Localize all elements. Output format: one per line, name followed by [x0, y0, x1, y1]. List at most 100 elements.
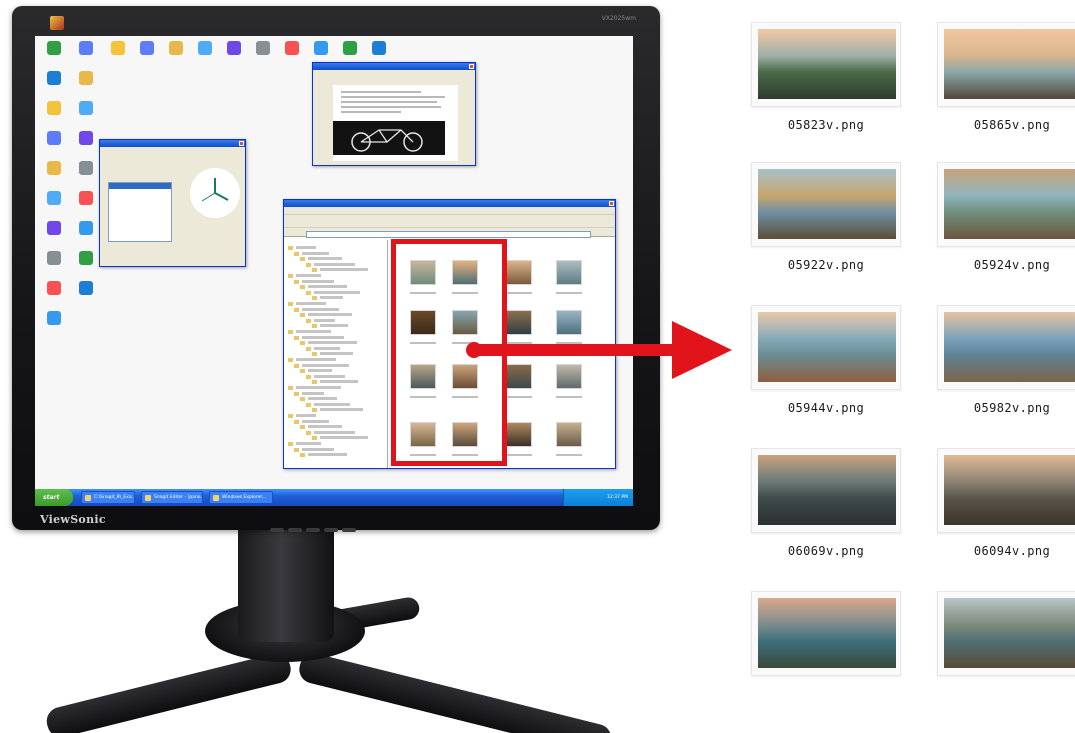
folder-tree-item[interactable] — [302, 251, 329, 255]
explorer-image-thumbnail[interactable] — [556, 260, 582, 285]
desktop-shortcut-icon[interactable] — [39, 220, 69, 254]
explorer-image-thumbnail[interactable] — [506, 260, 532, 285]
explorer-image-thumbnail[interactable] — [556, 422, 582, 447]
thumbnail-item[interactable]: 05982v.png — [937, 305, 1075, 430]
desktop-shortcut-icon[interactable] — [39, 130, 69, 164]
folder-icon[interactable] — [312, 408, 317, 413]
folder-tree-item[interactable] — [302, 335, 344, 339]
thumbnail-item[interactable]: 05924v.png — [937, 162, 1075, 287]
thumbnail-item[interactable]: 05944v.png — [751, 305, 901, 430]
folder-icon[interactable] — [288, 274, 293, 278]
folder-tree-item[interactable] — [314, 430, 355, 434]
folder-tree-item[interactable] — [314, 262, 355, 266]
folder-icon[interactable] — [300, 313, 305, 318]
taskbar-item-explorer[interactable]: C:\Snagit_8\_Exa... — [81, 491, 135, 504]
folder-icon[interactable] — [306, 374, 311, 379]
folder-icon[interactable] — [294, 391, 299, 396]
folder-tree-item[interactable] — [314, 374, 345, 378]
folder-tree-item[interactable] — [302, 447, 334, 451]
explorer-image-thumbnail[interactable] — [506, 310, 532, 335]
folder-icon[interactable] — [306, 290, 311, 295]
desktop-shortcut-icon[interactable] — [219, 40, 249, 74]
folder-tree-item[interactable] — [296, 386, 341, 389]
folder-tree-item[interactable] — [296, 358, 336, 361]
thumbnail-item[interactable] — [751, 591, 901, 716]
thumbnail-item[interactable]: 06094v.png — [937, 448, 1075, 573]
folder-icon[interactable] — [300, 285, 305, 290]
system-tray-clock[interactable]: 12:37 PM — [563, 489, 633, 506]
taskbar-item-windows-explorer[interactable]: Windows Explorer... — [209, 491, 273, 504]
desktop-shortcut-icon[interactable] — [39, 70, 69, 104]
word-document-window[interactable] — [312, 62, 476, 166]
folder-icon[interactable] — [312, 268, 317, 273]
thumbnail-item[interactable]: 06069v.png — [751, 448, 901, 573]
folder-icon[interactable] — [288, 246, 293, 250]
folder-icon[interactable] — [294, 307, 299, 312]
folder-icon[interactable] — [300, 453, 305, 458]
folder-tree-item[interactable] — [308, 257, 342, 261]
folder-tree[interactable] — [284, 240, 388, 468]
explorer-image-thumbnail[interactable] — [556, 364, 582, 389]
folder-icon[interactable] — [288, 330, 293, 334]
folder-tree-item[interactable] — [308, 285, 347, 289]
folder-tree-item[interactable] — [296, 442, 321, 445]
desktop-shortcut-icon[interactable] — [71, 70, 101, 104]
desktop-shortcut-icon[interactable] — [71, 40, 101, 74]
folder-tree-item[interactable] — [320, 436, 368, 440]
folder-icon[interactable] — [312, 352, 317, 357]
folder-icon[interactable] — [306, 318, 311, 323]
desktop-shortcut-icon[interactable] — [161, 40, 191, 74]
close-icon[interactable] — [609, 201, 614, 206]
folder-tree-item[interactable] — [302, 419, 329, 423]
desktop-shortcut-icon[interactable] — [71, 160, 101, 194]
folder-tree-item[interactable] — [314, 346, 340, 350]
explorer-address-bar[interactable] — [284, 228, 615, 238]
desktop-shortcut-icon[interactable] — [71, 190, 101, 224]
explorer-image-thumbnail[interactable] — [556, 310, 582, 335]
desktop-shortcut-icon[interactable] — [190, 40, 220, 74]
folder-tree-item[interactable] — [314, 290, 360, 294]
folder-tree-item[interactable] — [302, 363, 349, 367]
folder-icon[interactable] — [312, 324, 317, 329]
desktop-shortcut-icon[interactable] — [39, 250, 69, 284]
folder-tree-item[interactable] — [302, 307, 339, 311]
desktop-shortcut-icon[interactable] — [277, 40, 307, 74]
folder-icon[interactable] — [294, 447, 299, 452]
desktop-shortcut-icon[interactable] — [39, 160, 69, 194]
folder-icon[interactable] — [300, 341, 305, 346]
calendar-grid[interactable] — [108, 182, 172, 242]
explorer-menu-bar[interactable] — [284, 207, 615, 215]
thumbnail-item[interactable] — [937, 591, 1075, 716]
desktop-shortcut-icon[interactable] — [39, 280, 69, 314]
desktop-shortcut-icon[interactable] — [71, 100, 101, 134]
folder-icon[interactable] — [294, 335, 299, 340]
word-window-titlebar[interactable] — [313, 63, 475, 70]
folder-icon[interactable] — [312, 296, 317, 301]
folder-icon[interactable] — [300, 257, 305, 262]
folder-tree-item[interactable] — [308, 425, 342, 429]
desktop-shortcut-icon[interactable] — [248, 40, 278, 74]
folder-tree-item[interactable] — [320, 268, 368, 272]
folder-tree-item[interactable] — [320, 380, 358, 384]
folder-icon[interactable] — [288, 386, 293, 390]
thumbnail-item[interactable]: 05823v.png — [751, 22, 901, 147]
desktop-shortcut-icon[interactable] — [103, 40, 133, 74]
folder-icon[interactable] — [294, 363, 299, 368]
desktop-shortcut-icon[interactable] — [39, 40, 69, 74]
folder-icon[interactable] — [306, 402, 311, 407]
folder-tree-item[interactable] — [308, 313, 352, 317]
folder-tree-item[interactable] — [308, 341, 357, 345]
folder-tree-item[interactable] — [314, 318, 335, 322]
folder-icon[interactable] — [300, 425, 305, 430]
folder-tree-item[interactable] — [296, 246, 316, 249]
start-button[interactable]: start — [35, 489, 73, 506]
explorer-titlebar[interactable] — [284, 200, 615, 207]
explorer-image-thumbnail[interactable] — [506, 364, 532, 389]
close-icon[interactable] — [469, 64, 474, 69]
desktop-shortcut-icon[interactable] — [71, 280, 101, 314]
folder-tree-item[interactable] — [302, 391, 324, 395]
folder-icon[interactable] — [306, 346, 311, 351]
desktop-shortcut-icon[interactable] — [71, 250, 101, 284]
folder-tree-item[interactable] — [296, 330, 331, 333]
folder-tree-item[interactable] — [320, 296, 343, 300]
